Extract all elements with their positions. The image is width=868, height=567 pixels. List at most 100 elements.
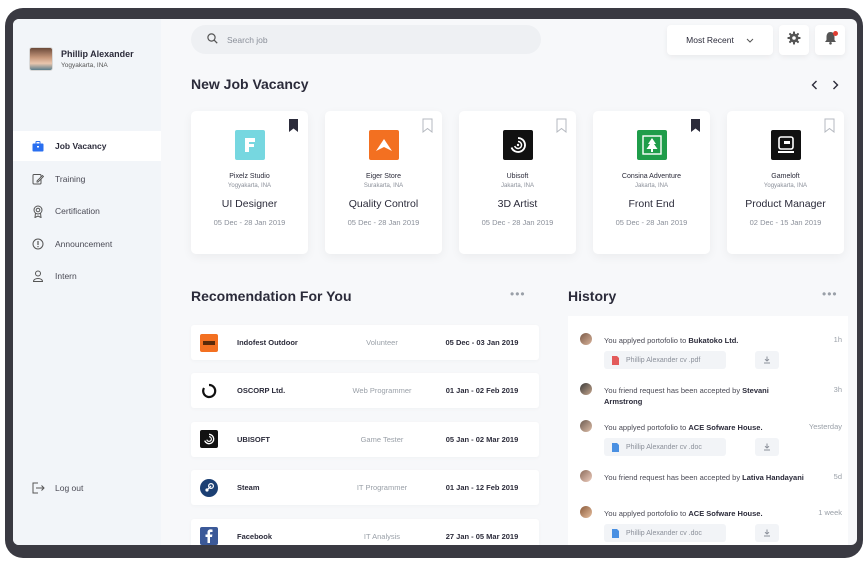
job-card[interactable]: Pixelz Studio Yogyakarta, INA UI Designe… [191, 111, 308, 254]
sidebar-item-intern[interactable]: Intern [13, 261, 161, 291]
search-bar [191, 25, 541, 54]
job-card[interactable]: Eiger Store Surakarta, INA Quality Contr… [325, 111, 442, 254]
download-button[interactable] [755, 438, 779, 456]
bookmark-outline-icon[interactable] [824, 118, 835, 134]
avatar [580, 383, 592, 395]
section-title-vacancy: New Job Vacancy [191, 76, 309, 92]
user-name: Phillip Alexander [61, 49, 134, 59]
rec-role: IT Analysis [363, 531, 401, 541]
app-window: Phillip Alexander Yogyakarta, INA Job Va… [13, 19, 857, 545]
avatar [29, 47, 53, 71]
job-role: Quality Control [348, 198, 419, 210]
ubisoft-logo-icon [200, 430, 218, 449]
job-dates: 05 Dec - 28 Jan 2019 [347, 218, 420, 227]
more-options-icon[interactable]: ••• [822, 287, 838, 301]
bookmark-filled-icon[interactable] [690, 118, 701, 133]
rec-dates: 27 Jan - 05 Mar 2019 [445, 531, 519, 541]
history-target: ACE Sofware House. [688, 509, 763, 518]
rec-company: UBISOFT [237, 434, 270, 444]
history-time: 3h [833, 385, 842, 394]
download-button[interactable] [755, 524, 779, 542]
list-item[interactable]: Facebook IT Analysis 27 Jan - 05 Mar 201… [191, 518, 539, 545]
company-name: Pixelz Studio [229, 173, 270, 180]
user-location: Yogyakarta, INA [61, 62, 108, 69]
bookmark-filled-icon[interactable] [288, 118, 299, 133]
search-input[interactable] [227, 34, 507, 45]
job-card[interactable]: Gameloft Yogyakarta, INA Product Manager… [727, 111, 844, 254]
history-text: You applyed portofolio to [604, 509, 689, 518]
doc-file-icon [612, 528, 619, 538]
bookmark-outline-icon[interactable] [556, 118, 567, 134]
recommendation-list: Indofest Outdoor Volunteer 05 Dec - 03 J… [191, 325, 539, 545]
sidebar-item-label: Training [55, 173, 86, 184]
list-item[interactable]: Steam IT Programmer 01 Jan - 12 Feb 2019 [191, 470, 539, 506]
pdf-file-icon [612, 355, 619, 365]
user-icon [31, 269, 45, 283]
company-name: Ubisoft [506, 173, 529, 180]
attachment-file[interactable]: Phillip Alexander cv .pdf [604, 351, 726, 369]
bookmark-outline-icon[interactable] [422, 118, 433, 134]
gameloft-logo-icon [770, 130, 801, 160]
job-cards: Pixelz Studio Yogyakarta, INA UI Designe… [191, 111, 844, 254]
history-text: You friend request has been accepted by [604, 386, 743, 395]
rec-dates: 01 Jan - 12 Feb 2019 [445, 483, 519, 493]
search-icon [207, 31, 218, 49]
doc-file-icon [612, 442, 619, 452]
sort-dropdown[interactable]: Most Recent [667, 25, 773, 55]
settings-button[interactable] [779, 25, 809, 55]
avatar [580, 506, 592, 518]
rec-company: Indofest Outdoor [237, 338, 298, 347]
history-target: Lativa Handayani [742, 473, 804, 482]
gear-icon [787, 31, 801, 50]
company-name: Consina Adventure [621, 173, 682, 180]
rec-role: Game Tester [360, 434, 404, 444]
sidebar-item-job-vacancy[interactable]: Job Vacancy [13, 131, 161, 161]
sort-label: Most Recent [686, 35, 734, 45]
sidebar-item-training[interactable]: Training [13, 164, 161, 194]
job-card[interactable]: Consina Adventure Jakarta, INA Front End… [593, 111, 710, 254]
job-dates: 05 Dec - 28 Jan 2019 [615, 218, 688, 227]
history-target: ACE Sofware House. [688, 423, 763, 432]
more-options-icon[interactable]: ••• [510, 287, 526, 301]
list-item[interactable]: UBISOFT Game Tester 05 Jan - 02 Mar 2019 [191, 421, 539, 457]
carousel-controls [811, 77, 839, 95]
history-time: Yesterday [808, 422, 842, 431]
notification-dot [833, 31, 838, 36]
briefcase-icon [31, 139, 45, 153]
attachment-file[interactable]: Phillip Alexander cv .doc [604, 524, 726, 542]
steam-logo-icon [200, 478, 218, 497]
job-card[interactable]: Ubisoft Jakarta, INA 3D Artist 05 Dec - … [459, 111, 576, 254]
ubisoft-logo-icon [502, 130, 533, 160]
history-time: 5d [833, 472, 842, 481]
rec-dates: 05 Jan - 02 Mar 2019 [445, 434, 519, 444]
section-title-recommendation: Recomendation For You [191, 288, 352, 304]
user-profile[interactable]: Phillip Alexander Yogyakarta, INA [29, 47, 134, 71]
list-item[interactable]: OSCORP Ltd. Web Programmer 01 Jan - 02 F… [191, 373, 539, 409]
history-text: You friend request has been accepted by [604, 473, 743, 482]
sidebar-item-label: Certification [55, 206, 100, 216]
company-name: Gameloft [771, 173, 800, 180]
download-icon [764, 443, 770, 451]
rec-dates: 01 Jan - 02 Feb 2019 [445, 386, 519, 396]
edit-icon [31, 172, 45, 186]
sidebar-item-label: Intern [55, 271, 77, 281]
sidebar-item-label: Job Vacancy [55, 141, 107, 151]
company-location: Yogyakarta, INA [763, 183, 808, 189]
attachment-file[interactable]: Phillip Alexander cv .doc [604, 438, 726, 456]
company-name: Eiger Store [365, 173, 402, 180]
job-dates: 05 Dec - 28 Jan 2019 [213, 218, 286, 227]
list-item[interactable]: Indofest Outdoor Volunteer 05 Dec - 03 J… [191, 325, 539, 360]
sidebar-item-certification[interactable]: Certification [13, 196, 161, 226]
chevron-right-icon[interactable] [832, 77, 839, 95]
logout-label: Log out [55, 483, 84, 493]
section-title-history: History [568, 288, 617, 304]
job-dates: 05 Dec - 28 Jan 2019 [481, 218, 554, 227]
logout-button[interactable]: Log out [31, 481, 83, 495]
download-button[interactable] [755, 351, 779, 369]
notifications-button[interactable] [815, 25, 845, 55]
sidebar-item-announcement[interactable]: Announcement [13, 229, 161, 259]
chevron-left-icon[interactable] [811, 77, 818, 95]
company-location: Surakarta, INA [363, 183, 404, 189]
rec-role: Web Programmer [352, 386, 412, 396]
rec-dates: 05 Dec - 03 Jan 2019 [445, 338, 519, 347]
